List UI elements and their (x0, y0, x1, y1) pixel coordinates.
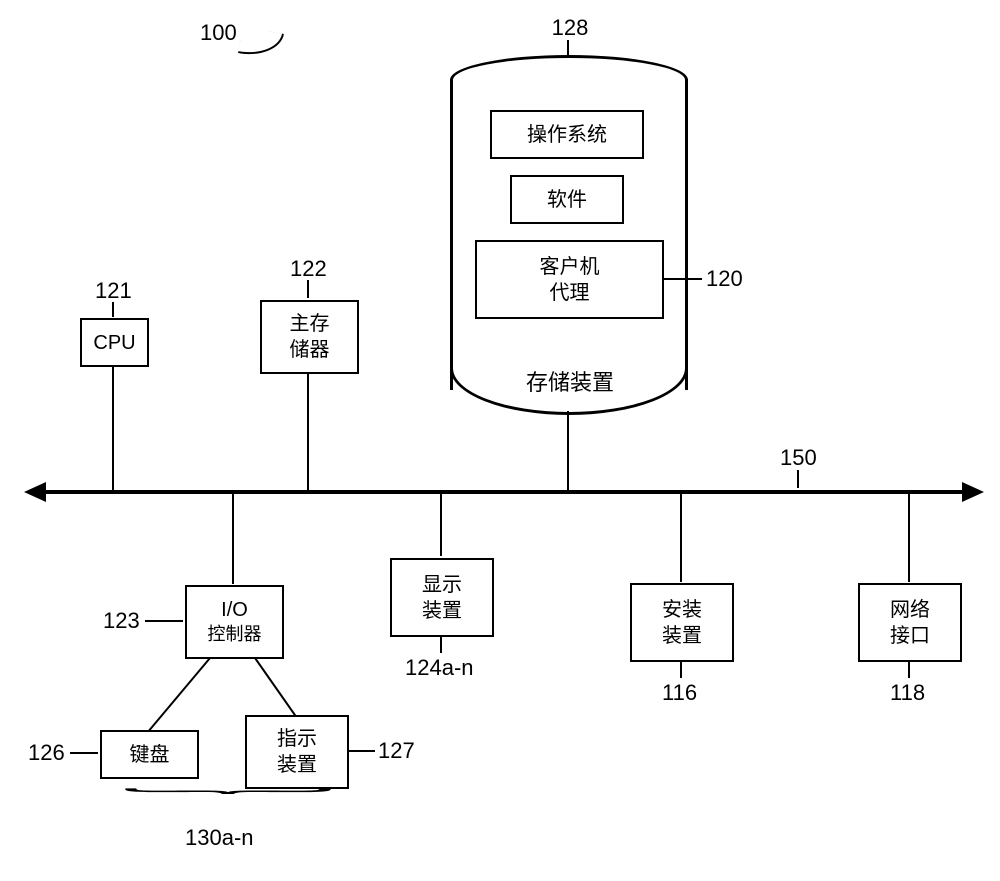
box-cpu: CPU (80, 318, 149, 367)
label-netif: 网络 接口 (890, 597, 930, 649)
label-pointer: 指示 装置 (277, 726, 317, 778)
box-pointer: 指示 装置 (245, 715, 349, 789)
box-install: 安装 装置 (630, 583, 734, 662)
leader-keyboard (70, 752, 98, 754)
label-cpu: CPU (93, 330, 135, 356)
leader-display (440, 635, 442, 653)
box-client: 客户机 代理 (475, 240, 664, 319)
ref-client: 120 (706, 266, 743, 292)
ref-mainmem: 122 (290, 256, 327, 282)
bus-line (44, 490, 964, 494)
conn-ioctrl-bus (232, 494, 234, 584)
box-software: 软件 (510, 175, 624, 224)
leader-install (680, 660, 682, 678)
label-ioctrl-top: I/O (221, 597, 248, 623)
bus-arrow-right (962, 482, 984, 502)
brace-iodev: ︸ (120, 782, 336, 813)
label-client: 客户机 代理 (540, 254, 600, 306)
conn-mainmem-bus (307, 372, 309, 490)
conn-storage-bus (567, 411, 569, 490)
leader-client (662, 278, 702, 280)
label-os: 操作系统 (527, 122, 607, 148)
conn-cpu-bus (112, 365, 114, 490)
leader-pointer (347, 750, 375, 752)
leader-cpu (112, 302, 114, 317)
leader-netif (908, 660, 910, 678)
conn-display-bus (440, 494, 442, 556)
leader-mainmem (307, 280, 309, 298)
label-display: 显示 装置 (422, 572, 462, 624)
ref-iodev: 130a-n (185, 825, 254, 851)
ref-storage: 128 (540, 15, 600, 41)
label-software: 软件 (547, 187, 587, 213)
ref-ioctrl: 123 (103, 608, 140, 634)
label-mainmem: 主存 储器 (290, 311, 330, 363)
box-netif: 网络 接口 (858, 583, 962, 662)
ref-figure-arc (238, 27, 284, 61)
ref-keyboard: 126 (28, 740, 65, 766)
ref-cpu: 121 (95, 278, 132, 304)
leader-bus (797, 470, 799, 488)
conn-ioctrl-keyboard (148, 657, 211, 731)
ref-bus: 150 (780, 445, 817, 471)
box-mainmem: 主存 储器 (260, 300, 359, 374)
box-os: 操作系统 (490, 110, 644, 159)
ref-netif: 118 (890, 680, 925, 706)
box-keyboard: 键盘 (100, 730, 199, 779)
ref-install: 116 (662, 680, 697, 706)
ref-display: 124a-n (405, 655, 474, 681)
conn-netif-bus (908, 494, 910, 582)
conn-install-bus (680, 494, 682, 582)
label-install: 安装 装置 (662, 597, 702, 649)
box-display: 显示 装置 (390, 558, 494, 637)
leader-ioctrl (145, 620, 183, 622)
label-ioctrl-bot: 控制器 (208, 623, 262, 646)
label-storage: 存储装置 (520, 365, 620, 397)
bus-arrow-left (24, 482, 46, 502)
ref-figure: 100 (200, 20, 237, 46)
ref-pointer: 127 (378, 738, 415, 764)
box-ioctrl: I/O 控制器 (185, 585, 284, 659)
label-keyboard: 键盘 (130, 742, 170, 768)
